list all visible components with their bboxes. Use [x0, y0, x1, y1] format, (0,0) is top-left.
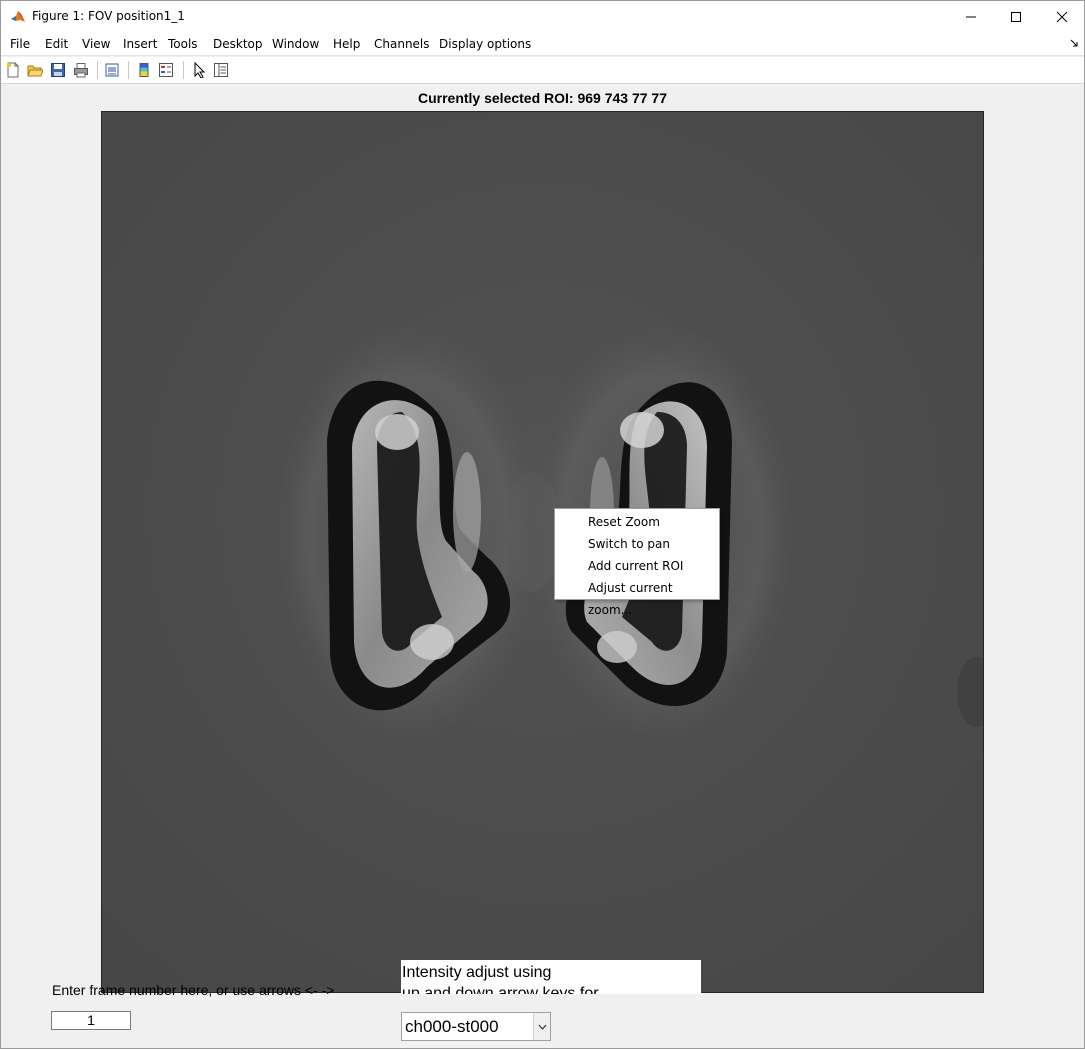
menu-bar: File Edit View Insert Tools Desktop Wind…	[1, 32, 1084, 56]
legend-icon	[159, 63, 173, 77]
toolbar-dock-arrow-icon[interactable]	[1070, 39, 1078, 47]
print-button[interactable]	[72, 61, 90, 79]
intensity-line-1: Intensity adjust using	[402, 964, 552, 981]
channel-dropdown[interactable]: ch000-st000	[401, 1012, 551, 1041]
menu-insert[interactable]: Insert	[123, 37, 157, 51]
channel-dropdown-arrow[interactable]	[533, 1013, 550, 1040]
reset-zoom-menu-item[interactable]: Reset Zoom	[556, 511, 718, 533]
title-bar: Figure 1: FOV position1_1	[1, 1, 1084, 32]
toolbar-separator	[97, 61, 98, 79]
menu-tools[interactable]: Tools	[168, 37, 198, 51]
window-title: Figure 1: FOV position1_1	[32, 9, 185, 23]
menu-desktop[interactable]: Desktop	[213, 37, 263, 51]
intensity-instructions-text: Intensity adjust using up and down arrow…	[402, 962, 700, 994]
new-figure-icon	[7, 62, 20, 78]
maximize-icon	[1011, 11, 1021, 22]
close-button[interactable]	[1039, 1, 1085, 32]
adjust-current-zoom-menu-item[interactable]: Adjust current zoom...	[556, 577, 718, 617]
menu-view[interactable]: View	[82, 37, 110, 51]
save-icon	[51, 63, 65, 77]
print-preview-button[interactable]	[103, 61, 121, 79]
minimize-button[interactable]	[948, 1, 994, 32]
toolbar-separator	[128, 61, 129, 79]
cell-image-graphic	[102, 112, 983, 992]
menu-display-options[interactable]: Display options	[439, 37, 531, 51]
roi-title: Currently selected ROI: 969 743 77 77	[417, 90, 668, 106]
toolbar-separator	[183, 61, 184, 79]
property-inspector-icon	[214, 63, 228, 77]
colorbar-icon	[139, 63, 149, 77]
open-file-icon	[27, 65, 43, 77]
menu-window[interactable]: Window	[272, 37, 319, 51]
channel-dropdown-value: ch000-st000	[405, 1017, 499, 1036]
context-menu: Reset Zoom Switch to pan Add current ROI…	[554, 508, 720, 617]
chevron-down-icon	[538, 1024, 546, 1030]
maximize-button[interactable]	[993, 1, 1039, 32]
intensity-line-2: up and down arrow keys for	[402, 985, 599, 994]
frame-number-label: Enter frame number here, or use arrows <…	[52, 982, 335, 998]
matlab-logo-icon	[11, 11, 25, 22]
legend-button[interactable]	[157, 61, 175, 79]
pointer-icon	[194, 62, 206, 78]
frame-number-input[interactable]: 1	[51, 1011, 131, 1030]
minimize-icon	[966, 16, 976, 17]
close-icon	[1056, 11, 1068, 22]
menu-edit[interactable]: Edit	[45, 37, 68, 51]
figure-window: Figure 1: FOV position1_1 File Edit View…	[0, 0, 1085, 1049]
microscopy-image[interactable]	[101, 111, 984, 993]
property-inspector-button[interactable]	[212, 61, 230, 79]
colorbar-button[interactable]	[135, 61, 153, 79]
save-button[interactable]	[49, 61, 67, 79]
new-figure-button[interactable]	[4, 61, 22, 79]
menu-file[interactable]: File	[10, 37, 30, 51]
switch-to-pan-menu-item[interactable]: Switch to pan	[556, 533, 718, 555]
menu-channels[interactable]: Channels	[374, 37, 430, 51]
menu-help[interactable]: Help	[333, 37, 360, 51]
print-preview-icon	[105, 63, 119, 77]
pointer-button[interactable]	[190, 61, 208, 79]
open-file-button[interactable]	[26, 61, 44, 79]
figure-toolbar	[1, 57, 1084, 84]
print-icon	[74, 63, 88, 78]
intensity-instructions: Intensity adjust using up and down arrow…	[401, 960, 701, 994]
add-current-roi-menu-item[interactable]: Add current ROI	[556, 555, 718, 577]
